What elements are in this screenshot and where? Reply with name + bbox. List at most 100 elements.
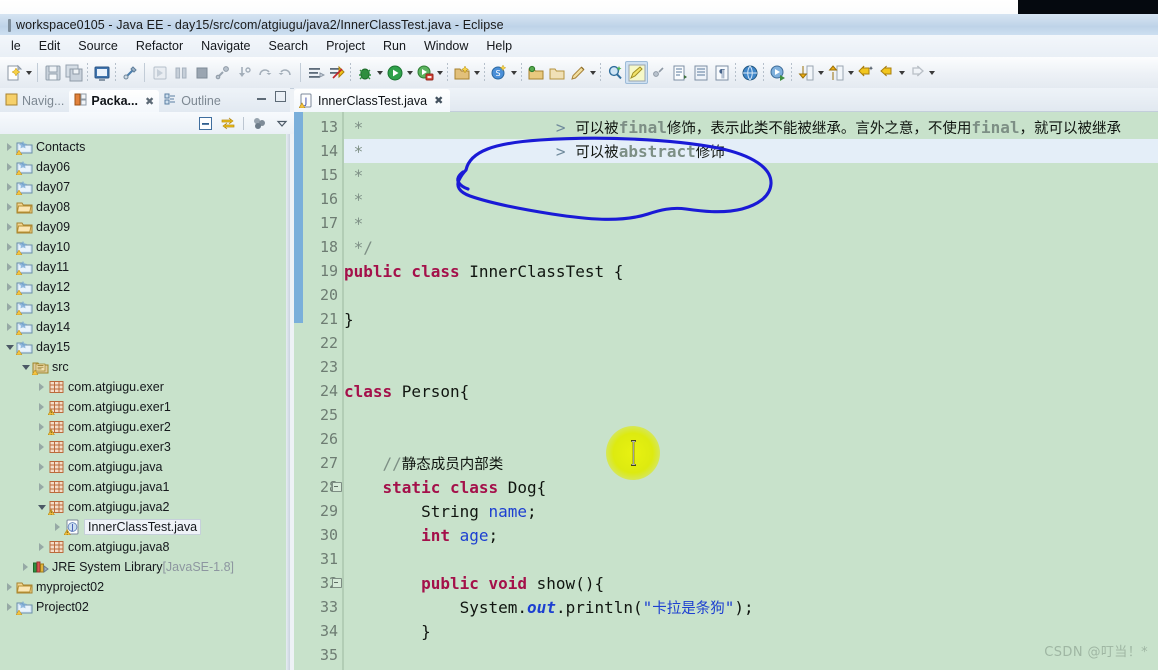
code-line[interactable]: }: [344, 619, 1158, 643]
forward-arrow-dropdown[interactable]: [927, 63, 936, 83]
expand-arrow-closed-icon[interactable]: [4, 157, 15, 177]
expand-arrow-closed-icon[interactable]: [4, 217, 15, 237]
tree-item-com-atgiugu-java[interactable]: com.atgiugu.java: [0, 457, 286, 477]
down-arrow-dropdown[interactable]: [816, 63, 825, 83]
collapse-all-icon[interactable]: [197, 115, 213, 131]
fold-toggle-icon[interactable]: [331, 571, 342, 595]
link-with-editor-icon[interactable]: [220, 115, 236, 131]
tree-item-com-atgiugu-java1[interactable]: com.atgiugu.java1: [0, 477, 286, 497]
code-line[interactable]: */: [344, 235, 1158, 259]
expand-arrow-open-icon[interactable]: [36, 497, 47, 517]
back-arrow-dropdown[interactable]: [897, 63, 906, 83]
menu-item-project[interactable]: Project: [317, 37, 374, 55]
tree-item-day06[interactable]: day06: [0, 157, 286, 177]
view-menu-icon[interactable]: [251, 115, 267, 131]
minimize-icon[interactable]: [256, 91, 267, 102]
open-declaration-icon[interactable]: [690, 62, 711, 83]
maximize-icon[interactable]: [275, 91, 286, 102]
code-line[interactable]: [344, 331, 1158, 355]
menu-item-help[interactable]: Help: [477, 37, 521, 55]
tree-item-day08[interactable]: day08: [0, 197, 286, 217]
code-line[interactable]: [344, 403, 1158, 427]
new-class-dropdown[interactable]: [509, 63, 518, 83]
next-annotation-icon[interactable]: [669, 62, 690, 83]
code-line[interactable]: }: [344, 307, 1158, 331]
menu-item-edit[interactable]: Edit: [30, 37, 70, 55]
tree-scroll-edge[interactable]: [286, 134, 290, 670]
tree-item-day15[interactable]: day15: [0, 337, 286, 357]
expand-arrow-closed-icon[interactable]: [4, 257, 15, 277]
tree-item-day07[interactable]: day07: [0, 177, 286, 197]
link-icon[interactable]: [119, 62, 140, 83]
editor-body[interactable]: 13 14 15 16 17 18 19 20 21 22 23 24 25 26 27 28 29 30 31 32…: [294, 112, 1158, 670]
down-arrow-icon[interactable]: [795, 62, 816, 83]
disconnect-icon[interactable]: [212, 62, 233, 83]
toggle-mark-icon[interactable]: [648, 62, 669, 83]
yellow-highlight-icon[interactable]: [625, 61, 648, 84]
menu-item-window[interactable]: Window: [415, 37, 477, 55]
code-line[interactable]: System. out .println(" 卡拉是条狗 ");: [344, 595, 1158, 619]
view-tab-close-icon[interactable]: ✖: [145, 95, 154, 108]
tree-item-jre-system-library[interactable]: JRE System Library [JavaSE-1.8]: [0, 557, 286, 577]
code-line[interactable]: int age;: [344, 523, 1158, 547]
save-icon[interactable]: [42, 62, 63, 83]
tree-item-day13[interactable]: day13: [0, 297, 286, 317]
expand-arrow-closed-icon[interactable]: [36, 417, 47, 437]
tree-item-com-atgiugu-exer1[interactable]: com.atgiugu.exer1: [0, 397, 286, 417]
expand-arrow-closed-icon[interactable]: [4, 597, 15, 617]
tree-item-innerclasstest-java[interactable]: J InnerClassTest.java: [0, 517, 286, 537]
tree-item-com-atgiugu-exer3[interactable]: com.atgiugu.exer3: [0, 437, 286, 457]
step-into-icon[interactable]: [233, 62, 254, 83]
expand-arrow-closed-icon[interactable]: [4, 277, 15, 297]
tree-item-contacts[interactable]: Contacts: [0, 137, 286, 157]
menu-item-refactor[interactable]: Refactor: [127, 37, 192, 55]
back-star-icon[interactable]: [855, 62, 876, 83]
console-icon[interactable]: [91, 62, 112, 83]
suspend-icon[interactable]: [170, 62, 191, 83]
new-class-icon[interactable]: S: [488, 62, 509, 83]
view-tab-outline[interactable]: Outline: [159, 90, 226, 112]
tree-item-project02[interactable]: Project02: [0, 597, 286, 617]
code-line[interactable]: public class InnerClassTest {: [344, 259, 1158, 283]
run-last-tool-icon[interactable]: [414, 62, 435, 83]
menu-item-le[interactable]: le: [2, 37, 30, 55]
new-wizard-dropdown[interactable]: [24, 63, 33, 83]
code-line[interactable]: [344, 355, 1158, 379]
expand-arrow-closed-icon[interactable]: [4, 297, 15, 317]
new-java-project-icon[interactable]: [451, 62, 472, 83]
expand-arrow-closed-icon[interactable]: [36, 457, 47, 477]
menu-item-search[interactable]: Search: [259, 37, 317, 55]
open-task-icon[interactable]: [546, 62, 567, 83]
code-line[interactable]: static class Dog{: [344, 475, 1158, 499]
tree-item-com-atgiugu-java8[interactable]: com.atgiugu.java8: [0, 537, 286, 557]
debug-icon[interactable]: [354, 62, 375, 83]
menu-item-run[interactable]: Run: [374, 37, 415, 55]
expand-arrow-closed-icon[interactable]: [36, 437, 47, 457]
tree-item-com-atgiugu-java2[interactable]: com.atgiugu.java2: [0, 497, 286, 517]
editor-tab-innerclasstest[interactable]: J InnerClassTest.java ✖: [294, 89, 451, 112]
terminate-icon[interactable]: [191, 62, 212, 83]
code-line[interactable]: [344, 283, 1158, 307]
code-line[interactable]: * > 可以被 abstract 修饰: [344, 139, 1158, 163]
code-line[interactable]: String name;: [344, 499, 1158, 523]
run-last-tool-dropdown[interactable]: [435, 63, 444, 83]
code-line[interactable]: [344, 643, 1158, 667]
skip-breakpoints-icon[interactable]: [326, 62, 347, 83]
run-icon[interactable]: [384, 62, 405, 83]
open-type-icon[interactable]: [525, 62, 546, 83]
expand-arrow-closed-icon[interactable]: [36, 377, 47, 397]
tree-item-src[interactable]: src: [0, 357, 286, 377]
menu-item-source[interactable]: Source: [69, 37, 127, 55]
tree-item-myproject02[interactable]: myproject02: [0, 577, 286, 597]
expand-arrow-closed-icon[interactable]: [36, 477, 47, 497]
menu-item-navigate[interactable]: Navigate: [192, 37, 259, 55]
pencil-dropdown[interactable]: [588, 63, 597, 83]
expand-arrow-closed-icon[interactable]: [20, 557, 31, 577]
view-tab-navig[interactable]: Navig...: [0, 90, 69, 112]
expand-arrow-closed-icon[interactable]: [4, 177, 15, 197]
code-line[interactable]: *: [344, 187, 1158, 211]
open-browser-icon[interactable]: [739, 62, 760, 83]
expand-arrow-closed-icon[interactable]: [36, 537, 47, 557]
expand-arrow-closed-icon[interactable]: [4, 317, 15, 337]
code-line[interactable]: *: [344, 211, 1158, 235]
